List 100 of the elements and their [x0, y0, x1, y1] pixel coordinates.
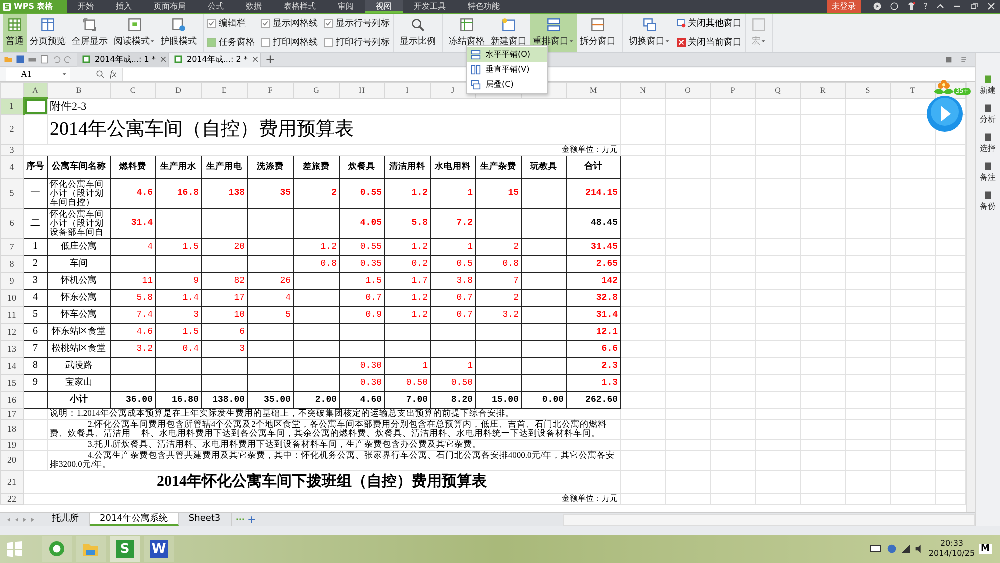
table-cell: 怀东站区食堂 — [48, 323, 110, 340]
table-cell: 1.2 — [384, 238, 430, 255]
table-cell: 1.3 — [566, 374, 620, 391]
table-cell: 7 — [24, 340, 48, 357]
table-cell: 142 — [566, 272, 620, 289]
table-cell: 4.05 — [340, 208, 384, 238]
table-cell: 31.4 — [110, 208, 156, 238]
table-cell: 1 — [24, 238, 48, 255]
option-label: 打印网格线 — [273, 36, 318, 49]
table-cell: 低庄公寓 — [48, 238, 110, 255]
table-cell: 一 — [24, 178, 48, 208]
table-cell: 小计 — [48, 391, 110, 408]
sheet-subtitle: 2014年怀化公寓车间下拨班组（自控）费用预算表 — [24, 470, 620, 493]
table-cell: 262.60 — [566, 391, 620, 408]
column-header: 差旅费 — [294, 155, 340, 178]
table-cell: 2 — [24, 255, 48, 272]
table-cell: 8 — [24, 357, 48, 374]
table-cell: 9 — [156, 272, 202, 289]
table-cell: 6 — [24, 323, 48, 340]
table-cell: 82 — [202, 272, 248, 289]
table-cell: 怀东公寓 — [48, 289, 110, 306]
table-cell: 0.7 — [430, 289, 476, 306]
table-cell: 怀机公寓 — [48, 272, 110, 289]
column-header: 生产用水 — [156, 155, 202, 178]
table-cell: 1.7 — [384, 272, 430, 289]
table-cell: 32.8 — [566, 289, 620, 306]
table-cell: 10 — [202, 306, 248, 323]
table-cell: 1 — [384, 357, 430, 374]
table-cell: 2 — [476, 289, 522, 306]
table-cell: 0.30 — [340, 374, 384, 391]
table-cell: 4 — [24, 289, 48, 306]
table-cell: 36.00 — [110, 391, 156, 408]
table-cell: 1.4 — [156, 289, 202, 306]
option-label: 任务窗格 — [219, 36, 255, 49]
table-cell: 0.50 — [384, 374, 430, 391]
column-header: 炊餐具 — [340, 155, 384, 178]
table-cell: 20 — [202, 238, 248, 255]
table-cell: 怀车公寓 — [48, 306, 110, 323]
note-text: 4.公寓生产杂费包含共管共建费用及其它杂费，其中：怀化机务公寓、张家界行车公寓、石门北公寓各安排4000.0元/年，其它公寓各安排3200.0元/年。 — [48, 450, 620, 470]
table-cell: 6 — [202, 323, 248, 340]
table-cell: 35 — [248, 178, 294, 208]
table-cell: 214.15 — [566, 178, 620, 208]
table-cell: 1 — [430, 357, 476, 374]
table-cell: 2.65 — [566, 255, 620, 272]
table-cell: 0.7 — [430, 306, 476, 323]
table-cell: 松桃站区食堂 — [48, 340, 110, 357]
unit-label: 金额单位：万元 — [24, 144, 620, 155]
table-cell: 7.00 — [384, 391, 430, 408]
table-cell: 3 — [156, 306, 202, 323]
option-label: 打印行号列标 — [336, 36, 390, 49]
table-cell: 17 — [202, 289, 248, 306]
table-cell: 怀化公寓车间小计（段计划车间自控） — [48, 178, 110, 208]
table-cell: 1.2 — [384, 306, 430, 323]
table-cell: 4.6 — [110, 323, 156, 340]
table-cell: 0.50 — [430, 374, 476, 391]
column-header: 生产杂费 — [476, 155, 522, 178]
table-cell: 0.9 — [340, 306, 384, 323]
table-cell: 3 — [24, 272, 48, 289]
table-cell: 1 — [430, 238, 476, 255]
table-cell: 0.5 — [430, 255, 476, 272]
table-cell: 15.00 — [476, 391, 522, 408]
note-text: 2.怀化公寓车间费用包含所管辖4个公寓及2个地区食堂，各公寓车间本部费用分别包含在总预算内，低庄、吉首、石门北公寓的燃料费、炊餐具、清洁用 料、水电用料费用下达到各公寓车间，其余公寓的燃料费、炊餐具、清洁用料、水电用料统一下达到设备材料车间。 — [48, 419, 620, 439]
table-cell: 138 — [202, 178, 248, 208]
table-cell: 7.2 — [430, 208, 476, 238]
table-cell: 4.60 — [340, 391, 384, 408]
column-header: 燃料费 — [110, 155, 156, 178]
table-cell: 7 — [476, 272, 522, 289]
table-cell: 35.00 — [248, 391, 294, 408]
table-cell: 1.2 — [384, 289, 430, 306]
table-cell: 0.55 — [340, 238, 384, 255]
table-cell: 宝家山 — [48, 374, 110, 391]
table-cell: 1.5 — [156, 238, 202, 255]
table-cell: 4 — [248, 289, 294, 306]
note-text: 3.托儿所炊餐具、清洁用料、水电用料费用下达到设备材料车间，生产杂费包含办公费及其它杂费。 — [48, 439, 620, 450]
app-icon: W — [150, 540, 168, 558]
table-cell: 0.7 — [340, 289, 384, 306]
table-cell: 5 — [24, 306, 48, 323]
option-label: 显示网格线 — [273, 18, 318, 30]
table-cell: 0.30 — [340, 357, 384, 374]
option-label: 编辑栏 — [219, 18, 246, 30]
sheet-title: 2014年公寓车间（自控）费用预算表 — [48, 114, 620, 144]
table-cell: 5.8 — [110, 289, 156, 306]
table-cell: 48.45 — [566, 208, 620, 238]
table-cell: 31.4 — [566, 306, 620, 323]
table-cell: 6.6 — [566, 340, 620, 357]
table-cell: 9 — [24, 374, 48, 391]
table-cell: 3.8 — [430, 272, 476, 289]
note-text: 说明：1.2014年公寓成本预算是在上年实际发生费用的基础上，不突破集团核定的运输总支出预算的前提下综合安排。 — [48, 408, 620, 419]
column-header: 玩教具 — [522, 155, 566, 178]
table-cell: 怀化公寓车间小计（段计划设备部车间自 — [48, 208, 110, 238]
table-cell: 3 — [202, 340, 248, 357]
table-cell: 0.8 — [476, 255, 522, 272]
table-cell: 1 — [430, 178, 476, 208]
column-header: 洗涤费 — [248, 155, 294, 178]
table-cell: 4.6 — [110, 178, 156, 208]
column-header: 生产用电 — [202, 155, 248, 178]
table-cell: 2.3 — [566, 357, 620, 374]
table-cell: 16.8 — [156, 178, 202, 208]
table-cell: 7.4 — [110, 306, 156, 323]
table-cell: 138.00 — [202, 391, 248, 408]
